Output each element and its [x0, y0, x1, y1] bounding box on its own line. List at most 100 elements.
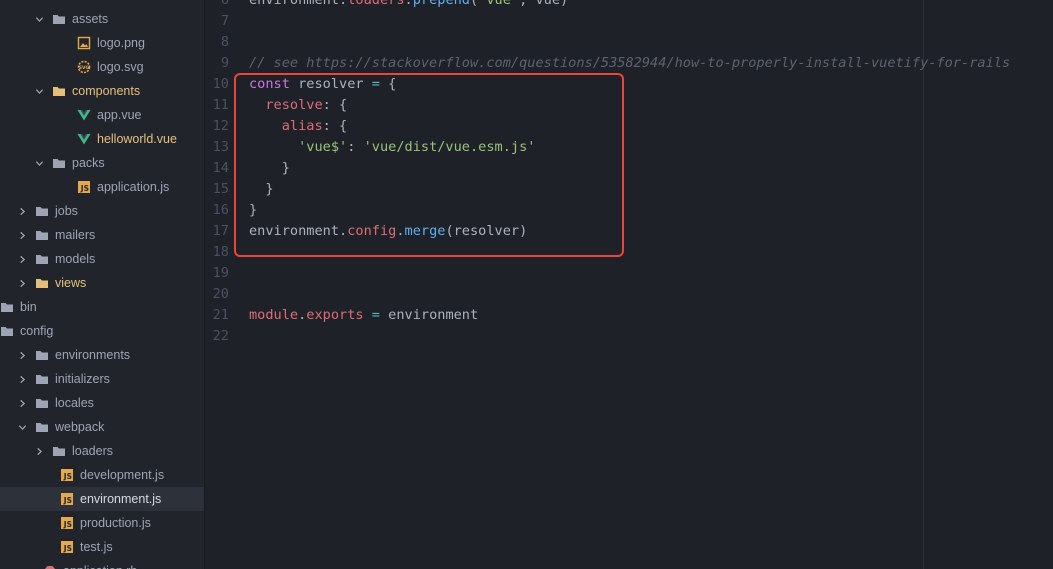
folder-icon	[35, 348, 49, 362]
tree-item-production-js[interactable]: JS production.js	[0, 511, 204, 535]
chevron-down-icon[interactable]	[17, 422, 27, 432]
tree-item-logo-svg[interactable]: SVG logo.svg	[0, 55, 204, 79]
line-number: 8	[220, 34, 229, 50]
code-token: exports	[306, 307, 364, 323]
tree-item-label: locales	[55, 396, 94, 410]
chevron-right-icon[interactable]	[17, 278, 27, 288]
tree-item-application-rb[interactable]: application.rb	[0, 559, 204, 569]
code-token: module	[249, 307, 299, 323]
tree-item-label: webpack	[55, 420, 105, 434]
line-number: 10	[212, 76, 229, 92]
tree-item-application-js[interactable]: JS application.js	[0, 175, 204, 199]
tree-item-config[interactable]: config	[0, 319, 204, 343]
tree-item-locales[interactable]: locales	[0, 391, 204, 415]
tree-item-label: jobs	[55, 204, 78, 218]
tree-item-label: app.vue	[97, 108, 142, 122]
tree-item-helloworld-vue[interactable]: helloworld.vue	[0, 127, 204, 151]
js-badge: JS	[61, 541, 73, 553]
tree-item-app-vue[interactable]: app.vue	[0, 103, 204, 127]
code-line[interactable]: 19	[205, 263, 1053, 284]
folder-icon	[52, 84, 66, 98]
js-file-icon: JS	[77, 180, 91, 194]
tree-item-views[interactable]: views	[0, 271, 204, 295]
chevron-right-icon[interactable]	[17, 350, 27, 360]
folder-icon	[52, 156, 66, 170]
line-number: 9	[220, 55, 229, 71]
chevron-right-icon[interactable]	[34, 446, 44, 456]
code-line[interactable]: 7	[205, 11, 1053, 32]
code-line[interactable]: 21 module.exports = environment	[205, 305, 1053, 326]
js-badge: JS	[78, 181, 90, 193]
code-token: // see https://stackoverflow.com/questio…	[249, 55, 1011, 71]
line-number: 15	[212, 181, 229, 197]
tree-item-logo-png[interactable]: logo.png	[0, 31, 204, 55]
tree-item-initializers[interactable]: initializers	[0, 367, 204, 391]
folder-icon	[35, 372, 49, 386]
js-file-icon: JS	[60, 468, 74, 482]
line-number: 6	[220, 0, 229, 8]
chevron-right-icon[interactable]	[17, 230, 27, 240]
tree-item-mailers[interactable]: mailers	[0, 223, 204, 247]
folder-icon	[35, 204, 49, 218]
line-number: 22	[212, 328, 229, 344]
js-file-icon: JS	[60, 492, 74, 506]
tree-item-development-js[interactable]: JS development.js	[0, 463, 204, 487]
folder-icon	[52, 12, 66, 26]
tree-item-assets[interactable]: assets	[0, 7, 204, 31]
tree-item-label: mailers	[55, 228, 96, 242]
tree-item-webpack[interactable]: webpack	[0, 415, 204, 439]
folder-icon	[52, 444, 66, 458]
code-line[interactable]: 8	[205, 32, 1053, 53]
tree-item-label: application.rb	[63, 564, 137, 569]
tree-item-test-js[interactable]: JS test.js	[0, 535, 204, 559]
folder-icon	[0, 324, 14, 338]
folder-icon	[35, 228, 49, 242]
code-token: loaders	[347, 0, 405, 8]
tree-item-jobs[interactable]: jobs	[0, 199, 204, 223]
tree-item-environment-js[interactable]: JS environment.js	[0, 487, 204, 511]
tree-item-label: config	[20, 324, 54, 338]
tree-item-environments[interactable]: environments	[0, 343, 204, 367]
tree-item-packs[interactable]: packs	[0, 151, 204, 175]
code-token: environment	[379, 307, 479, 323]
chevron-right-icon[interactable]	[17, 206, 27, 216]
code-content: // see https://stackoverflow.com/questio…	[249, 53, 1010, 74]
vue-file-icon	[77, 108, 91, 122]
chevron-right-icon[interactable]	[17, 254, 27, 264]
chevron-down-icon[interactable]	[34, 158, 44, 168]
tree-item-label: logo.svg	[97, 60, 144, 74]
tree-item-label: packs	[72, 156, 105, 170]
code-editor[interactable]: 6 environment.loaders.prepend('vue', vue)…	[205, 0, 1053, 569]
code-line[interactable]: 9 // see https://stackoverflow.com/questi…	[205, 53, 1053, 74]
tree-item-label: environment.js	[80, 492, 162, 506]
chevron-right-icon[interactable]	[17, 398, 27, 408]
code-line[interactable]: 20	[205, 284, 1053, 305]
tree-item-components[interactable]: components	[0, 79, 204, 103]
tree-item-loaders[interactable]: loaders	[0, 439, 204, 463]
tree-item-label: logo.png	[97, 36, 145, 50]
js-badge: JS	[61, 493, 73, 505]
code-line[interactable]: 22	[205, 326, 1053, 347]
folder-icon	[35, 252, 49, 266]
tree-item-models[interactable]: models	[0, 247, 204, 271]
line-number: 7	[220, 13, 229, 29]
tree-item-label: loaders	[72, 444, 113, 458]
tree-item-label: assets	[72, 12, 109, 26]
line-number: 12	[212, 118, 229, 134]
tree-item-bin[interactable]: bin	[0, 295, 204, 319]
tree-item-label: production.js	[80, 516, 151, 530]
chevron-right-icon[interactable]	[17, 374, 27, 384]
code-line[interactable]: 6 environment.loaders.prepend('vue', vue)	[205, 0, 1053, 11]
chevron-down-icon[interactable]	[34, 86, 44, 96]
line-number: 13	[212, 139, 229, 155]
svg-text:SVG: SVG	[79, 65, 90, 71]
line-number: 17	[212, 223, 229, 239]
folder-icon	[35, 420, 49, 434]
line-number: 19	[212, 265, 229, 281]
folder-icon	[35, 396, 49, 410]
line-number: 16	[212, 202, 229, 218]
tree-item-label: views	[55, 276, 87, 290]
line-number: 14	[212, 160, 229, 176]
chevron-down-icon[interactable]	[34, 14, 44, 24]
